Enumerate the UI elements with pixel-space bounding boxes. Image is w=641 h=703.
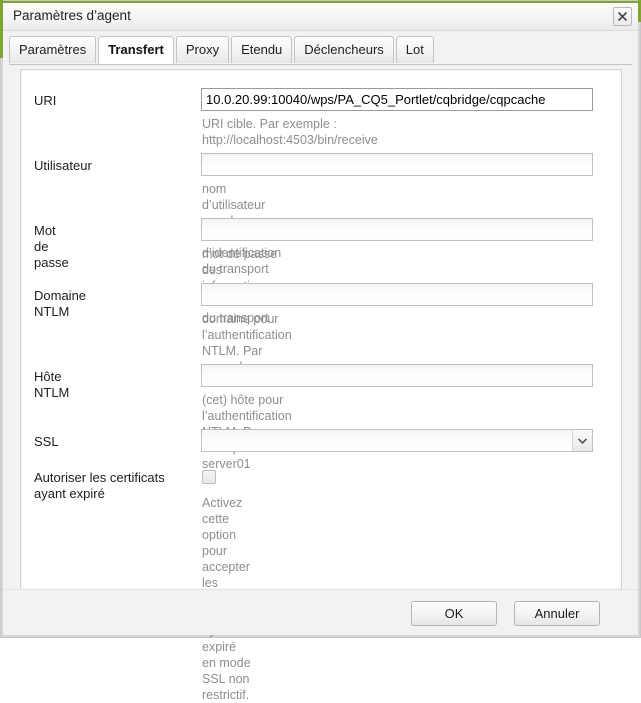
tab-parametres[interactable]: Paramètres bbox=[9, 36, 97, 63]
tab-transfert[interactable]: Transfert bbox=[98, 36, 174, 64]
close-icon bbox=[617, 11, 628, 22]
ssl-label: SSL bbox=[34, 434, 59, 449]
ntlm-domain-input[interactable] bbox=[201, 283, 593, 306]
title-bar: Paramètres d’agent bbox=[3, 3, 638, 31]
tab-etendu[interactable]: Etendu bbox=[231, 36, 293, 63]
password-label: Mot de passe bbox=[34, 223, 69, 270]
tab-label: Paramètres bbox=[19, 42, 87, 57]
password-input[interactable] bbox=[201, 218, 593, 241]
tab-label: Déclencheurs bbox=[304, 42, 384, 57]
tab-label: Proxy bbox=[185, 42, 220, 57]
dialog-title: Paramètres d’agent bbox=[13, 8, 131, 23]
tab-label: Etendu bbox=[241, 42, 283, 57]
dialog-footer: OK Annuler bbox=[3, 589, 638, 635]
tab-strip: Paramètres Transfert Proxy Etendu Déclen… bbox=[9, 36, 632, 65]
ssl-select[interactable] bbox=[201, 429, 593, 452]
transfer-settings-panel: URI URI cible. Par exemple : http://loca… bbox=[20, 69, 622, 702]
ntlm-domain-label: Domaine NTLM bbox=[34, 288, 87, 319]
uri-input[interactable] bbox=[201, 88, 593, 111]
tab-label: Lot bbox=[405, 42, 424, 57]
uri-hint: URI cible. Par exemple : http://localhos… bbox=[202, 117, 378, 147]
tab-proxy[interactable]: Proxy bbox=[175, 36, 230, 63]
tab-declencheurs[interactable]: Déclencheurs bbox=[294, 36, 394, 63]
allow-expired-checkbox[interactable] bbox=[202, 470, 216, 484]
cancel-button[interactable]: Annuler bbox=[514, 601, 600, 626]
ok-button[interactable]: OK bbox=[411, 601, 497, 626]
user-label: Utilisateur bbox=[34, 158, 92, 173]
close-button[interactable] bbox=[613, 7, 632, 26]
user-input[interactable] bbox=[201, 153, 593, 176]
chevron-down-icon bbox=[578, 438, 587, 444]
allow-expired-label: Autoriser les certificats ayant expiré bbox=[34, 470, 165, 501]
ssl-dropdown-button[interactable] bbox=[572, 430, 592, 451]
tab-label: Transfert bbox=[108, 42, 164, 57]
ntlm-host-label: Hôte NTLM bbox=[34, 369, 70, 400]
uri-label: URI bbox=[34, 93, 57, 108]
tab-lot[interactable]: Lot bbox=[395, 36, 434, 63]
agent-settings-dialog: Paramètres d’agent Paramètres Transfert … bbox=[0, 0, 641, 702]
ntlm-host-input[interactable] bbox=[201, 364, 593, 387]
